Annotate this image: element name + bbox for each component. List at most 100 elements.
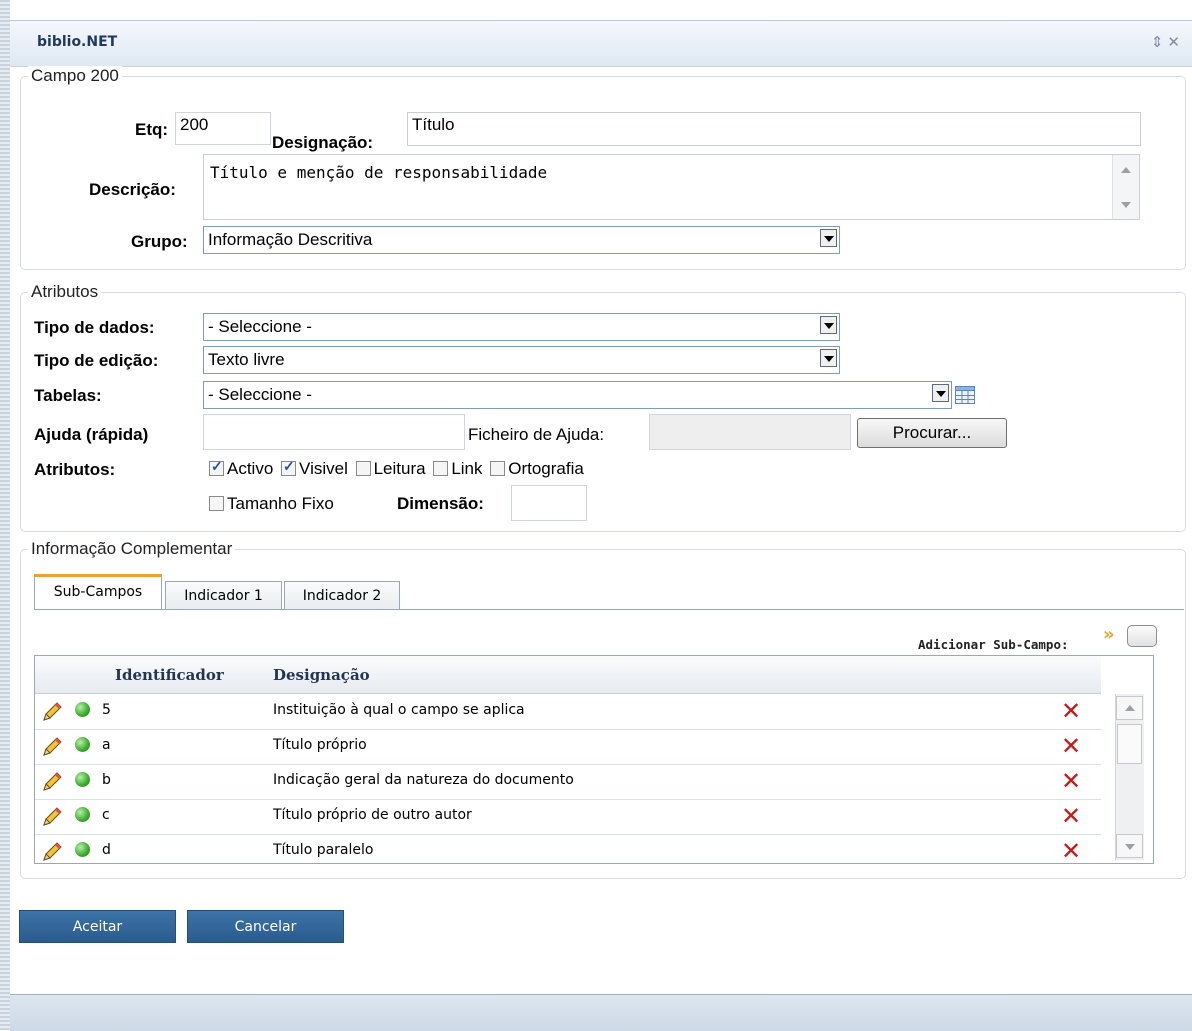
table-row[interactable]: b Indicação geral da natureza do documen… xyxy=(35,764,1101,800)
grupo-value: Informação Descritiva xyxy=(208,230,373,249)
status-ok-icon xyxy=(75,807,90,822)
scroll-down-button[interactable] xyxy=(1116,834,1143,858)
pencil-icon[interactable] xyxy=(41,806,63,828)
complementar-legend: Informação Complementar xyxy=(28,539,236,559)
table-row[interactable]: c Título próprio de outro autor ✕ xyxy=(35,799,1101,835)
tipo-edicao-label: Tipo de edição: xyxy=(34,351,159,370)
descricao-scrollbar[interactable] xyxy=(1112,155,1139,219)
add-subcampo-label: Adicionar Sub-Campo: xyxy=(918,637,1069,652)
checkbox-unchecked-icon[interactable] xyxy=(433,461,449,476)
delete-icon[interactable]: ✕ xyxy=(1061,697,1081,725)
pencil-icon[interactable] xyxy=(41,736,63,758)
pencil-icon[interactable] xyxy=(41,841,63,863)
delete-icon[interactable]: ✕ xyxy=(1061,732,1081,760)
scroll-up-button[interactable] xyxy=(1116,696,1143,720)
tipo-dados-select[interactable]: - Seleccione - xyxy=(203,313,840,341)
table-grid-icon[interactable] xyxy=(955,386,975,404)
atributos-legend: Atributos xyxy=(28,282,102,302)
column-header-identificador[interactable]: Identificador xyxy=(115,666,224,684)
status-ok-icon xyxy=(75,702,90,717)
row-designacao: Título próprio xyxy=(273,737,367,753)
descricao-text: Título e menção de responsabilidade xyxy=(210,163,548,182)
tab-sub-campos[interactable]: Sub-Campos xyxy=(34,574,162,610)
tab-indicador-1[interactable]: Indicador 1 xyxy=(165,581,282,610)
delete-icon[interactable]: ✕ xyxy=(1061,802,1081,830)
checkbox-checked-icon[interactable] xyxy=(209,458,224,476)
grid-scrollbar[interactable] xyxy=(1115,694,1144,860)
checkbox-activo-label: Activo xyxy=(227,459,274,478)
checkbox-unchecked-icon[interactable] xyxy=(490,461,506,476)
tabelas-label: Tabelas: xyxy=(34,386,102,405)
ficheiro-input[interactable] xyxy=(649,414,851,450)
tipo-dados-label: Tipo de dados: xyxy=(34,318,155,337)
scroll-down-icon xyxy=(1125,844,1135,850)
etq-input[interactable]: 200 xyxy=(175,112,271,145)
checkbox-leitura-label: Leitura xyxy=(373,459,426,478)
tipo-dados-value: - Seleccione - xyxy=(208,317,312,336)
window-title: biblio.NET xyxy=(37,34,118,50)
column-header-designacao[interactable]: Designação xyxy=(273,666,370,684)
etq-label: Etq: xyxy=(135,120,169,139)
add-subcampo-button[interactable] xyxy=(1127,625,1157,647)
close-icon[interactable]: ✕ xyxy=(1167,34,1184,51)
ajuda-input[interactable] xyxy=(203,414,465,450)
pencil-icon[interactable] xyxy=(41,771,63,793)
double-chevron-right-icon[interactable]: » xyxy=(1103,624,1115,645)
checkbox-unchecked-icon[interactable] xyxy=(355,461,371,476)
row-id: a xyxy=(102,737,111,753)
row-designacao: Instituição à qual o campo se aplica xyxy=(273,702,525,718)
row-designacao: Título paralelo xyxy=(273,842,374,858)
scroll-up-icon[interactable] xyxy=(1121,167,1131,173)
checkbox-leitura[interactable]: Leitura xyxy=(355,459,426,478)
title-bar[interactable]: biblio.NET ⇕✕ xyxy=(10,20,1192,67)
table-row[interactable]: d Título paralelo ✕ xyxy=(35,834,1101,865)
status-ok-icon xyxy=(75,842,90,857)
checkbox-checked-icon[interactable] xyxy=(281,458,297,476)
checkbox-tamanho-fixo[interactable]: Tamanho Fixo xyxy=(209,494,334,514)
scroll-up-icon xyxy=(1125,705,1135,711)
procurar-button[interactable]: Procurar... xyxy=(857,418,1007,448)
chevron-down-icon[interactable] xyxy=(932,384,949,402)
checkbox-visivel[interactable]: Visivel xyxy=(281,458,348,478)
tamanho-fixo-label: Tamanho Fixo xyxy=(227,494,334,513)
checkbox-unchecked-icon[interactable] xyxy=(209,496,224,511)
scroll-down-icon[interactable] xyxy=(1121,202,1131,208)
aceitar-button[interactable]: Aceitar xyxy=(19,910,176,943)
window-footer xyxy=(10,994,1192,1031)
checkbox-ortografia[interactable]: Ortografia xyxy=(490,459,584,478)
tab-indicador-2[interactable]: Indicador 2 xyxy=(284,581,400,610)
table-row[interactable]: a Título próprio ✕ xyxy=(35,729,1101,765)
chevron-down-icon[interactable] xyxy=(820,229,837,247)
atributos-label: Atributos: xyxy=(34,460,116,479)
tipo-edicao-select[interactable]: Texto livre xyxy=(203,346,840,374)
grupo-label: Grupo: xyxy=(131,232,188,251)
cancelar-button[interactable]: Cancelar xyxy=(187,910,344,943)
window-tools[interactable]: ⇕✕ xyxy=(1151,33,1184,51)
row-id: 5 xyxy=(102,702,111,718)
grid-header: Identificador Designação xyxy=(35,656,1101,694)
delete-icon[interactable]: ✕ xyxy=(1061,837,1081,865)
row-id: b xyxy=(102,772,111,788)
designacao-input[interactable]: Título xyxy=(407,112,1141,146)
pencil-icon[interactable] xyxy=(41,701,63,723)
campo-legend: Campo 200 xyxy=(28,66,122,86)
checkbox-activo[interactable]: Activo xyxy=(209,458,274,478)
row-designacao: Indicação geral da natureza do documento xyxy=(273,772,574,788)
status-ok-icon xyxy=(75,772,90,787)
status-ok-icon xyxy=(75,737,90,752)
grupo-select[interactable]: Informação Descritiva xyxy=(203,226,840,254)
table-row[interactable]: 5 Instituição à qual o campo se aplica ✕ xyxy=(35,694,1101,730)
attribute-checkboxes: Activo Visivel Leitura Link Ortografia xyxy=(209,458,584,479)
chevron-down-icon[interactable] xyxy=(820,316,837,334)
resize-icon[interactable]: ⇕ xyxy=(1151,34,1168,51)
dimensao-input[interactable] xyxy=(511,485,587,521)
checkbox-link[interactable]: Link xyxy=(433,459,483,478)
tabelas-select[interactable]: - Seleccione - xyxy=(203,381,952,409)
delete-icon[interactable]: ✕ xyxy=(1061,767,1081,795)
row-id: d xyxy=(102,842,111,858)
designacao-label: Designação: xyxy=(272,133,374,152)
chevron-down-icon[interactable] xyxy=(820,349,837,367)
tabelas-value: - Seleccione - xyxy=(208,385,312,404)
descricao-textarea[interactable]: Título e menção de responsabilidade xyxy=(203,154,1140,220)
scroll-thumb[interactable] xyxy=(1117,724,1142,764)
